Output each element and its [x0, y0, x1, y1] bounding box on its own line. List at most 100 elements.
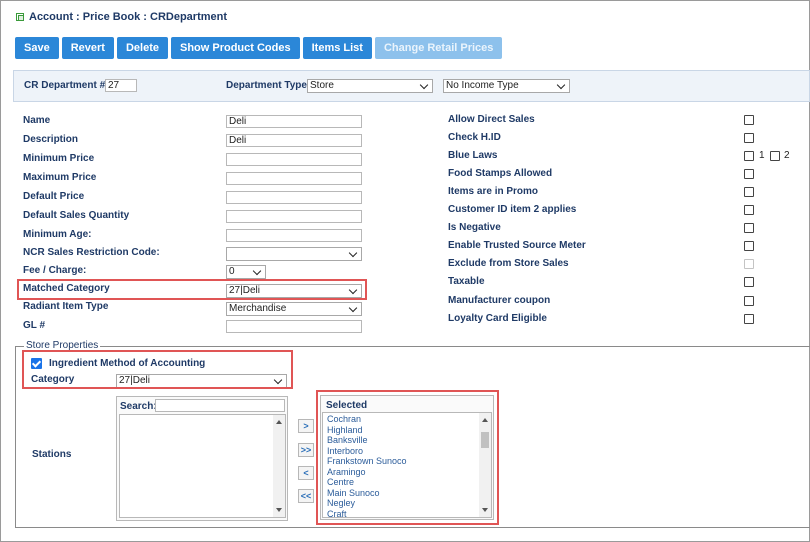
gl-number-field[interactable]	[226, 320, 362, 333]
change-retail-prices-button: Change Retail Prices	[374, 37, 503, 59]
ncr-restriction-label: NCR Sales Restriction Code:	[23, 247, 160, 258]
fee-charge-select[interactable]: 0	[226, 265, 266, 279]
name-field[interactable]: Deli	[226, 115, 362, 128]
station-items: Cochran Highland Banksville Interboro Franks…	[323, 413, 491, 518]
ncr-restriction-select[interactable]	[226, 247, 362, 261]
move-all-right-button[interactable]: >>	[298, 443, 314, 457]
description-label: Description	[23, 134, 79, 145]
list-item[interactable]: Frankstown Sunoco	[323, 456, 491, 467]
description-field[interactable]: Deli	[226, 134, 362, 147]
cr-department-number-field[interactable]: 27	[105, 79, 137, 92]
store-category-label: Category	[31, 374, 75, 385]
matched-category-select[interactable]: 27|Deli	[226, 284, 362, 298]
fee-charge-label: Fee / Charge:	[23, 265, 87, 276]
is-negative-checkbox[interactable]	[744, 223, 754, 233]
default-sales-quantity-field[interactable]	[226, 210, 362, 223]
scroll-up-icon[interactable]	[482, 418, 488, 422]
cr-department-label: CR Department #	[24, 80, 106, 91]
default-price-label: Default Price	[23, 191, 85, 202]
minimum-age-label: Minimum Age:	[23, 229, 92, 240]
ingredient-accounting-checkbox[interactable]	[31, 358, 42, 369]
items-in-promo-label: Items are in Promo	[448, 186, 539, 197]
exclude-store-sales-checkbox	[744, 259, 754, 269]
check-hid-checkbox[interactable]	[744, 133, 754, 143]
food-stamps-checkbox[interactable]	[744, 169, 754, 179]
list-item[interactable]: Negley	[323, 498, 491, 509]
minimum-price-label: Minimum Price	[23, 153, 95, 164]
available-stations-scrollbar[interactable]	[273, 415, 285, 517]
default-price-field[interactable]	[226, 191, 362, 204]
taxable-checkbox[interactable]	[744, 277, 754, 287]
list-item[interactable]: Craft	[323, 509, 491, 518]
chevron-down-icon	[556, 80, 566, 89]
taxable-label: Taxable	[448, 276, 485, 287]
maximum-price-label: Maximum Price	[23, 172, 97, 183]
radiant-item-type-select[interactable]: Merchandise	[226, 302, 362, 316]
blue-law-1-checkbox[interactable]	[744, 151, 754, 161]
store-properties-legend: Store Properties	[24, 340, 101, 351]
manufacturer-coupon-label: Manufacturer coupon	[448, 295, 551, 306]
station-search-input[interactable]	[155, 399, 285, 412]
exclude-store-sales-label: Exclude from Store Sales	[448, 258, 569, 269]
income-type-select[interactable]: No Income Type	[443, 79, 570, 93]
radiant-item-type-label: Radiant Item Type	[23, 301, 109, 312]
blue-law-1-label: 1	[759, 150, 765, 161]
move-all-left-button[interactable]: <<	[298, 489, 314, 503]
radiant-item-type-value: Merchandise	[229, 303, 287, 314]
chevron-down-icon	[252, 266, 262, 275]
department-type-select[interactable]: Store	[307, 79, 433, 93]
default-sales-quantity-label: Default Sales Quantity	[23, 210, 130, 221]
list-item[interactable]: Banksville	[323, 435, 491, 446]
items-list-button[interactable]: Items List	[302, 37, 372, 59]
minimum-age-field[interactable]	[226, 229, 362, 242]
list-item[interactable]: Aramingo	[323, 467, 491, 478]
revert-button[interactable]: Revert	[61, 37, 114, 59]
breadcrumb-text: Account : Price Book : CRDepartment	[29, 11, 228, 23]
store-category-value: 27|Deli	[119, 375, 150, 386]
list-item[interactable]: Centre	[323, 477, 491, 488]
list-item[interactable]: Interboro	[323, 446, 491, 457]
chevron-down-icon	[419, 80, 429, 89]
show-product-codes-button[interactable]: Show Product Codes	[170, 37, 300, 59]
chevron-down-icon	[348, 303, 358, 312]
list-item[interactable]: Main Sunoco	[323, 488, 491, 499]
loyalty-card-label: Loyalty Card Eligible	[448, 313, 547, 324]
scroll-down-icon[interactable]	[276, 508, 282, 512]
items-in-promo-checkbox[interactable]	[744, 187, 754, 197]
breadcrumb: Account : Price Book : CRDepartment	[16, 11, 227, 23]
list-item[interactable]: Cochran	[323, 414, 491, 425]
available-stations-list[interactable]	[119, 414, 286, 518]
maximum-price-field[interactable]	[226, 172, 362, 185]
stations-label: Stations	[32, 449, 72, 460]
check-hid-label: Check H.ID	[448, 132, 501, 143]
income-type-value: No Income Type	[446, 80, 519, 91]
trusted-source-meter-checkbox[interactable]	[744, 241, 754, 251]
save-button[interactable]: Save	[15, 37, 59, 59]
selected-stations-scrollbar[interactable]	[479, 413, 491, 517]
move-left-button[interactable]: <	[298, 466, 314, 480]
department-type-label: Department Type	[226, 80, 307, 91]
scroll-down-icon[interactable]	[482, 508, 488, 512]
fee-charge-value: 0	[229, 266, 235, 277]
store-category-select[interactable]: 27|Deli	[116, 374, 287, 388]
name-label: Name	[23, 115, 51, 126]
manufacturer-coupon-checkbox[interactable]	[744, 296, 754, 306]
pricebook-icon	[16, 13, 24, 21]
move-right-button[interactable]: >	[298, 419, 314, 433]
blue-law-2-checkbox[interactable]	[770, 151, 780, 161]
loyalty-card-checkbox[interactable]	[744, 314, 754, 324]
delete-button[interactable]: Delete	[116, 37, 168, 59]
toolbar: Save Revert Delete Show Product Codes It…	[15, 37, 503, 59]
allow-direct-sales-checkbox[interactable]	[744, 115, 754, 125]
scroll-up-icon[interactable]	[276, 420, 282, 424]
minimum-price-field[interactable]	[226, 153, 362, 166]
trusted-source-meter-label: Enable Trusted Source Meter	[448, 240, 586, 251]
selected-stations-list[interactable]: Cochran Highland Banksville Interboro Franks…	[322, 412, 492, 518]
chevron-down-icon	[348, 285, 358, 294]
department-type-value: Store	[310, 80, 334, 91]
gl-number-label: GL #	[23, 320, 46, 331]
selected-label: Selected	[326, 400, 368, 411]
scroll-thumb[interactable]	[481, 432, 489, 448]
customer-id-item2-checkbox[interactable]	[744, 205, 754, 215]
list-item[interactable]: Highland	[323, 425, 491, 436]
